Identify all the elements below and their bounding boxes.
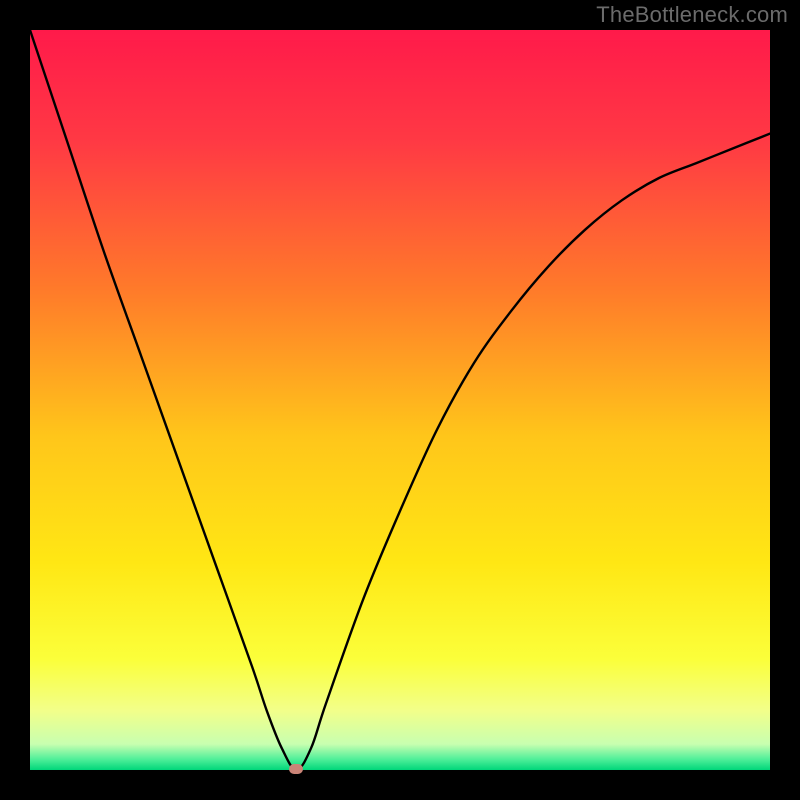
optimum-marker — [289, 764, 303, 774]
gradient-background — [30, 30, 770, 770]
watermark-label: TheBottleneck.com — [596, 2, 788, 28]
chart-container: TheBottleneck.com — [0, 0, 800, 800]
